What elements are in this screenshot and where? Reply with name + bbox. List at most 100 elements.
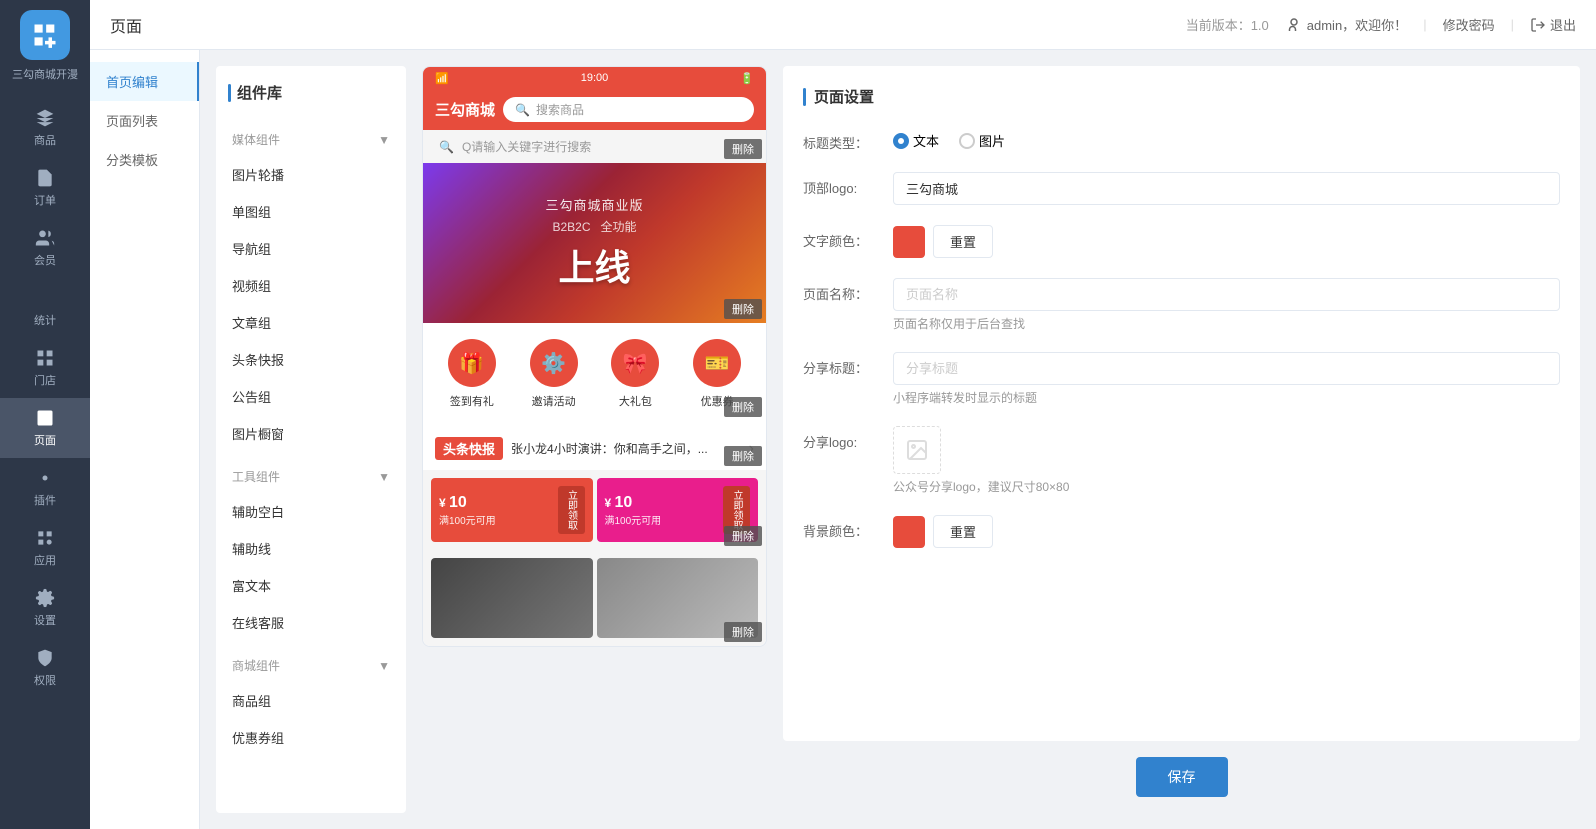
sub-sidebar-item-home-edit[interactable]: 首页编辑 — [90, 62, 199, 101]
component-coupon-group[interactable]: 优惠券组 — [216, 719, 406, 756]
component-product-group[interactable]: 商品组 — [216, 682, 406, 719]
phone-search-bar[interactable]: 🔍 搜索商品 — [503, 97, 754, 122]
coupon-list: ¥ 10 满100元可用 立即领取 ¥ 10 满100元可用 — [423, 470, 766, 550]
component-notice[interactable]: 公告组 — [216, 378, 406, 415]
panel-area: 组件库 媒体组件 ▼ 图片轮播 单图组 导航组 视频组 文章组 头条快报 公告组… — [200, 50, 1596, 829]
file-icon — [35, 168, 55, 188]
share-title-input[interactable] — [893, 352, 1560, 385]
logo-content — [893, 172, 1560, 205]
topbar-version: 当前版本：1.0 — [1186, 15, 1269, 34]
icon-label-2: 大礼包 — [619, 393, 652, 409]
logout-icon — [1530, 17, 1546, 33]
text-color-reset-btn[interactable]: 重置 — [933, 225, 993, 258]
phone-wrapper: 📶 19:00 🔋 三勾商城 🔍 搜索商品 — [422, 66, 767, 647]
page-name-input[interactable] — [893, 278, 1560, 311]
share-title-row: 分享标题： 小程序端转发时显示的标题 — [803, 352, 1560, 406]
news-badge: 头条快报 — [435, 437, 503, 460]
banner-delete-button[interactable]: 删除 — [724, 299, 762, 319]
search-hint-icon: 🔍 — [439, 140, 454, 154]
sidebar-item-goods[interactable]: 商品 — [0, 98, 90, 158]
product-delete-button[interactable]: 删除 — [724, 622, 762, 642]
component-spacer[interactable]: 辅助空白 — [216, 493, 406, 530]
news-delete-button[interactable]: 删除 — [724, 446, 762, 466]
title-type-options: 文本 图片 — [893, 127, 1560, 150]
sidebar-item-settings-label: 设置 — [34, 612, 56, 628]
component-nav[interactable]: 导航组 — [216, 230, 406, 267]
page-name-label: 页面名称： — [803, 278, 893, 303]
coupon-0-info: ¥ 10 满100元可用 — [439, 494, 496, 527]
settings-panel: 页面设置 标题类型： 文本 图片 — [783, 66, 1580, 741]
user-icon — [1285, 16, 1303, 34]
sidebar-item-settings[interactable]: 设置 — [0, 578, 90, 638]
title-type-label: 标题类型： — [803, 127, 893, 152]
icon-item-1: ⚙️ 邀请活动 — [530, 339, 578, 409]
tool-group-header[interactable]: 工具组件 ▼ — [216, 460, 406, 493]
component-video[interactable]: 视频组 — [216, 267, 406, 304]
sidebar-item-stats[interactable]: 统计 — [0, 278, 90, 338]
page-name-row: 页面名称： 页面名称仅用于后台查找 — [803, 278, 1560, 332]
component-rich-text[interactable]: 富文本 — [216, 567, 406, 604]
search-delete-button[interactable]: 删除 — [724, 139, 762, 159]
sidebar-item-plugins[interactable]: 插件 — [0, 458, 90, 518]
image-placeholder-icon — [905, 438, 929, 462]
text-color-swatch[interactable] — [893, 226, 925, 258]
component-lib-title: 组件库 — [237, 82, 282, 103]
coupon-delete-button[interactable]: 删除 — [724, 526, 762, 546]
coupon-0-amount: ¥ 10 — [439, 494, 496, 512]
component-customer-service[interactable]: 在线客服 — [216, 604, 406, 641]
sidebar-nav: 商品 订单 会员 统计 门店 页面 插件 — [0, 98, 90, 698]
icons-delete-button[interactable]: 删除 — [724, 397, 762, 417]
users-icon — [35, 228, 55, 248]
sidebar-item-members[interactable]: 会员 — [0, 218, 90, 278]
component-divider[interactable]: 辅助线 — [216, 530, 406, 567]
title-type-row: 标题类型： 文本 图片 — [803, 127, 1560, 152]
bg-color-reset-btn[interactable]: 重置 — [933, 515, 993, 548]
sidebar-item-permissions[interactable]: 权限 — [0, 638, 90, 698]
shop-group-header[interactable]: 商城组件 ▼ — [216, 649, 406, 682]
logo-input[interactable] — [893, 172, 1560, 205]
sub-sidebar-item-category-template[interactable]: 分类模板 — [90, 140, 199, 179]
component-single-image[interactable]: 单图组 — [216, 193, 406, 230]
sidebar-item-store[interactable]: 门店 — [0, 338, 90, 398]
sub-sidebar-item-page-list[interactable]: 页面列表 — [90, 101, 199, 140]
icon-row-section: 🎁 签到有礼 ⚙️ 邀请活动 🎀 大礼包 — [423, 323, 766, 425]
component-image-slider[interactable]: 图片轮播 — [216, 156, 406, 193]
bg-color-row: 背景颜色： 重置 — [803, 515, 1560, 548]
radio-image-option[interactable]: 图片 — [959, 131, 1005, 150]
bg-color-content: 重置 — [893, 515, 1560, 548]
sidebar-item-pages[interactable]: 页面 — [0, 398, 90, 458]
settings-title-bar — [803, 88, 806, 106]
page-name-content: 页面名称仅用于后台查找 — [893, 278, 1560, 332]
title-bar — [228, 84, 231, 102]
layers-icon — [35, 108, 55, 128]
logout-button[interactable]: 退出 — [1530, 15, 1576, 34]
change-password-link[interactable]: 修改密码 — [1443, 15, 1495, 34]
sidebar-item-store-label: 门店 — [34, 372, 56, 388]
preview-search-section: 🔍 Q请输入关键字进行搜索 删除 — [423, 130, 766, 163]
cog-icon — [35, 588, 55, 608]
tool-group-arrow: ▼ — [378, 470, 390, 484]
sidebar-item-orders[interactable]: 订单 — [0, 158, 90, 218]
signal-icon: 📶 — [435, 72, 449, 85]
icon-label-0: 签到有礼 — [450, 393, 494, 409]
component-headline[interactable]: 头条快报 — [216, 341, 406, 378]
component-article[interactable]: 文章组 — [216, 304, 406, 341]
text-color-content: 重置 — [893, 225, 1560, 258]
radio-text-label: 文本 — [913, 131, 939, 150]
grid-icon — [35, 348, 55, 368]
radio-text-option[interactable]: 文本 — [893, 131, 939, 150]
media-group-header[interactable]: 媒体组件 ▼ — [216, 123, 406, 156]
bg-color-swatch[interactable] — [893, 516, 925, 548]
component-image-grid[interactable]: 图片橱窗 — [216, 415, 406, 452]
share-logo-placeholder[interactable] — [893, 426, 941, 474]
share-title-content: 小程序端转发时显示的标题 — [893, 352, 1560, 406]
sub-sidebar: 首页编辑 页面列表 分类模板 — [90, 50, 200, 829]
media-group-arrow: ▼ — [378, 133, 390, 147]
coupon-section: ¥ 10 满100元可用 立即领取 ¥ 10 满100元可用 — [423, 470, 766, 550]
sidebar-logo — [20, 10, 70, 60]
coupon-0-btn[interactable]: 立即领取 — [558, 486, 585, 534]
logout-label: 退出 — [1550, 15, 1576, 34]
layout-icon — [35, 408, 55, 428]
save-button[interactable]: 保存 — [1136, 757, 1228, 797]
sidebar-item-apps[interactable]: 应用 — [0, 518, 90, 578]
